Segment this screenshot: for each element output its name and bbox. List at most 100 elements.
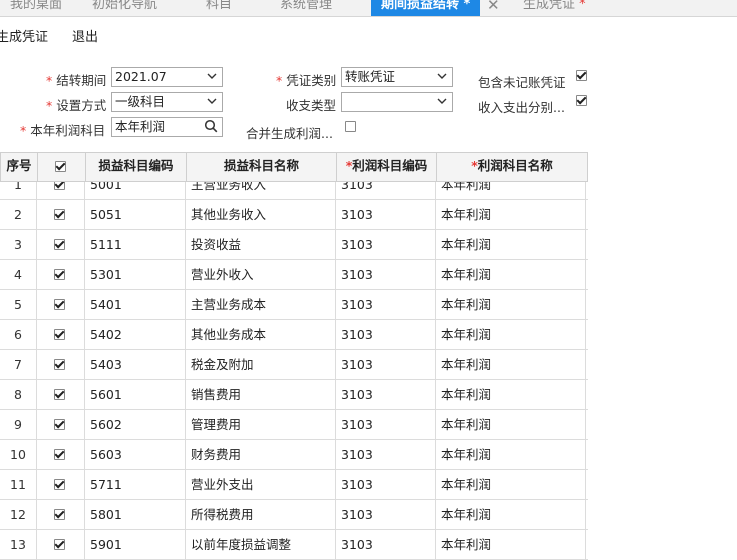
row-select-checkbox[interactable] [54, 449, 65, 460]
tab-period-pl-transfer[interactable]: 期间损益结转 * [371, 0, 481, 16]
table-row[interactable]: 3 5111 投资收益 3103 本年利润 [0, 230, 588, 260]
profit-account-name: 本年利润 [436, 200, 586, 229]
grid-header: 序号 损益科目编码 损益科目名称 *利润科目编码 *利润科目名称 [0, 152, 588, 182]
profit-account-input[interactable]: 本年利润 [111, 117, 223, 137]
row-checkbox-cell [37, 530, 85, 559]
period-label: * 结转期间 [46, 73, 107, 88]
row-select-checkbox[interactable] [54, 389, 65, 400]
row-number: 12 [0, 500, 37, 529]
pl-account-code: 5401 [85, 290, 186, 319]
col-header-pl-name: 损益科目名称 [187, 153, 337, 181]
row-checkbox-cell [37, 260, 85, 289]
tab-accounts[interactable]: 科目 [206, 0, 232, 16]
generate-voucher-button[interactable]: 生成凭证 [0, 26, 48, 45]
pl-account-code: 5111 [85, 230, 186, 259]
exit-button[interactable]: 退出 [72, 26, 98, 45]
profit-account-code: 3103 [336, 230, 436, 259]
row-number: 11 [0, 470, 37, 499]
pl-account-name: 管理费用 [186, 410, 336, 439]
row-number: 13 [0, 530, 37, 559]
profit-account-code: 3103 [336, 290, 436, 319]
table-row[interactable]: 11 5711 营业外支出 3103 本年利润 [0, 470, 588, 500]
row-select-checkbox[interactable] [54, 182, 65, 190]
row-number: 4 [0, 260, 37, 289]
setting-method-select[interactable]: 一级科目 [111, 92, 223, 112]
row-select-checkbox[interactable] [54, 509, 65, 520]
merge-profit-checkbox[interactable] [345, 121, 356, 132]
pl-account-code: 5603 [85, 440, 186, 469]
period-select[interactable]: 2021.07 [111, 67, 223, 87]
profit-account-name: 本年利润 [436, 290, 586, 319]
row-select-checkbox[interactable] [54, 479, 65, 490]
table-row[interactable]: 6 5402 其他业务成本 3103 本年利润 [0, 320, 588, 350]
income-split-label: 收入支出分别... [478, 100, 565, 115]
profit-account-code: 3103 [336, 320, 436, 349]
table-row[interactable]: 8 5601 销售费用 3103 本年利润 [0, 380, 588, 410]
pl-account-code: 5001 [85, 182, 186, 199]
table-row[interactable]: 12 5801 所得税费用 3103 本年利润 [0, 500, 588, 530]
row-number: 6 [0, 320, 37, 349]
chevron-down-icon [437, 98, 447, 104]
row-number: 3 [0, 230, 37, 259]
table-row[interactable]: 9 5602 管理费用 3103 本年利润 [0, 410, 588, 440]
pl-account-code: 5051 [85, 200, 186, 229]
pl-account-code: 5403 [85, 350, 186, 379]
pl-account-name: 投资收益 [186, 230, 336, 259]
table-row[interactable]: 13 5901 以前年度损益调整 3103 本年利润 [0, 530, 588, 560]
profit-account-code: 3103 [336, 182, 436, 199]
tab-system-management[interactable]: 系统管理 [280, 0, 332, 16]
pl-account-name: 其他业务收入 [186, 200, 336, 229]
grid-body: 1 5001 主营业务收入 3103 本年利润 2 5051 其他业务收入 3103 本年利润 3 5… [0, 182, 588, 560]
pl-account-name: 营业外收入 [186, 260, 336, 289]
pl-account-name: 财务费用 [186, 440, 336, 469]
row-select-checkbox[interactable] [54, 329, 65, 340]
profit-account-code: 3103 [336, 440, 436, 469]
pl-account-name: 主营业务成本 [186, 290, 336, 319]
row-number: 10 [0, 440, 37, 469]
voucher-type-label: * 凭证类别 [276, 73, 337, 88]
row-select-checkbox[interactable] [54, 419, 65, 430]
row-number: 8 [0, 380, 37, 409]
table-row[interactable]: 7 5403 税金及附加 3103 本年利润 [0, 350, 588, 380]
row-select-checkbox[interactable] [54, 299, 65, 310]
row-select-checkbox[interactable] [54, 359, 65, 370]
tab-init-nav[interactable]: 初始化导航 [92, 0, 157, 16]
income-split-checkbox[interactable] [576, 95, 587, 106]
pl-account-code: 5601 [85, 380, 186, 409]
table-row[interactable]: 1 5001 主营业务收入 3103 本年利润 [0, 182, 588, 200]
setting-method-label: * 设置方式 [46, 98, 107, 113]
pl-account-name: 主营业务收入 [186, 182, 336, 199]
table-row[interactable]: 10 5603 财务费用 3103 本年利润 [0, 440, 588, 470]
pl-account-code: 5711 [85, 470, 186, 499]
include-unposted-checkbox[interactable] [576, 70, 587, 81]
select-all-checkbox[interactable] [55, 161, 66, 172]
profit-account-name: 本年利润 [436, 260, 586, 289]
profit-account-name: 本年利润 [436, 470, 586, 499]
table-row[interactable]: 2 5051 其他业务收入 3103 本年利润 [0, 200, 588, 230]
search-icon[interactable] [204, 119, 218, 133]
chevron-down-icon [207, 73, 217, 79]
row-select-checkbox[interactable] [54, 239, 65, 250]
row-select-checkbox[interactable] [54, 209, 65, 220]
pl-account-name: 销售费用 [186, 380, 336, 409]
pl-account-name: 其他业务成本 [186, 320, 336, 349]
row-number: 2 [0, 200, 37, 229]
pl-account-code: 5801 [85, 500, 186, 529]
income-type-select[interactable] [341, 92, 453, 112]
pl-account-name: 以前年度损益调整 [186, 530, 336, 559]
row-number: 5 [0, 290, 37, 319]
row-select-checkbox[interactable] [54, 539, 65, 550]
voucher-type-select[interactable]: 转账凭证 [341, 67, 453, 87]
table-row[interactable]: 4 5301 营业外收入 3103 本年利润 [0, 260, 588, 290]
col-header-profit-code: *利润科目编码 [337, 153, 437, 181]
col-header-no: 序号 [1, 153, 38, 181]
row-checkbox-cell [37, 230, 85, 259]
tab-desktop[interactable]: 我的桌面 [10, 0, 62, 16]
profit-account-name: 本年利润 [436, 182, 586, 199]
profit-account-code: 3103 [336, 380, 436, 409]
table-row[interactable]: 5 5401 主营业务成本 3103 本年利润 [0, 290, 588, 320]
profit-account-name: 本年利润 [436, 320, 586, 349]
close-tab-icon[interactable]: ✕ [487, 0, 500, 16]
tab-generate-voucher[interactable]: 生成凭证 * [523, 0, 586, 16]
row-select-checkbox[interactable] [54, 269, 65, 280]
